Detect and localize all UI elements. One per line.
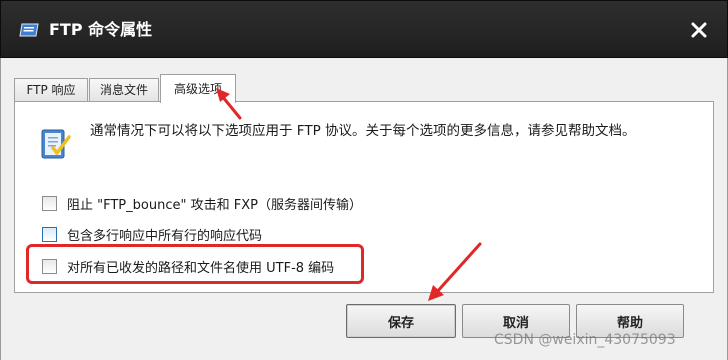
annotation-highlight-box [26, 244, 364, 284]
tab-advanced-options[interactable]: 高级选项 [160, 74, 236, 103]
tab-message-files[interactable]: 消息文件 [89, 78, 159, 102]
window-title: FTP 命令属性 [49, 20, 153, 39]
title-bar: FTP 命令属性 [0, 0, 728, 58]
option-multiline-response-codes[interactable]: 包含多行响应中所有行的响应代码 [42, 225, 263, 244]
tab-ftp-response[interactable]: FTP 响应 [14, 78, 88, 102]
info-description: 通常情况下可以将以下选项应用于 FTP 协议。关于每个选项的更多信息，请参见帮助… [90, 123, 636, 139]
block-ftp-bounce-checkbox[interactable] [42, 195, 57, 211]
checklist-icon [41, 129, 71, 159]
multiline-response-codes-label: 包含多行响应中所有行的响应代码 [67, 228, 263, 244]
ftp-app-icon [19, 23, 39, 37]
close-icon [691, 22, 707, 38]
close-button[interactable] [681, 13, 717, 47]
watermark-text: CSDN @weixin_43075093 [494, 332, 676, 348]
multiline-response-codes-checkbox[interactable] [42, 226, 57, 242]
block-ftp-bounce-label: 阻止 "FTP_bounce" 攻击和 FXP（服务器间传输） [67, 197, 362, 213]
save-button[interactable]: 保存 [346, 304, 456, 338]
option-block-ftp-bounce[interactable]: 阻止 "FTP_bounce" 攻击和 FXP（服务器间传输） [42, 194, 362, 213]
